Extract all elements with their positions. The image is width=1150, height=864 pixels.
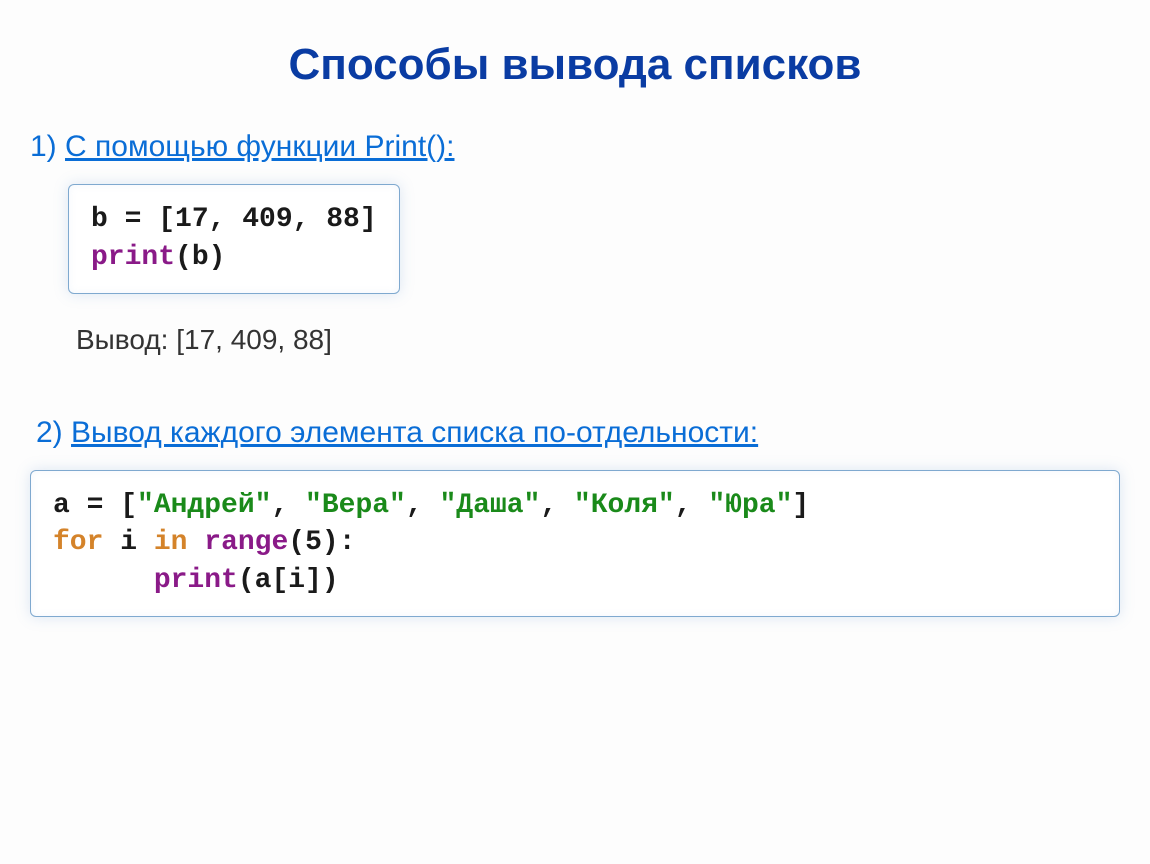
code2-assign: a = [ (53, 490, 137, 521)
code2-comma3: , (540, 490, 574, 521)
output-line-1: Вывод: [17, 409, 88] (76, 324, 1120, 356)
code2-range-keyword: range (204, 527, 288, 558)
code2-str4: "Коля" (574, 490, 675, 521)
code2-comma4: , (675, 490, 709, 521)
section-2-number: 2) (36, 416, 71, 449)
code2-indent (53, 565, 154, 596)
code1-line1: b = [17, 409, 88] (91, 204, 377, 235)
section-1-heading: 1) С помощью функции Print(): (30, 130, 1120, 164)
code1-print-keyword: print (91, 242, 175, 273)
code1-print-args: (b) (175, 242, 225, 273)
section-1-text: С помощью функции Print(): (65, 130, 454, 163)
code2-str3: "Даша" (439, 490, 540, 521)
code-block-1: b = [17, 409, 88] print(b) (68, 184, 400, 294)
code2-sp2 (187, 527, 204, 558)
code2-range-args: (5): (288, 527, 355, 558)
section-1-number: 1) (30, 130, 65, 163)
code2-comma1: , (271, 490, 305, 521)
slide-title: Способы вывода списков (30, 40, 1120, 90)
code2-for-keyword: for (53, 527, 103, 558)
output-value: [17, 409, 88] (176, 324, 332, 355)
code2-loopvar: i (103, 527, 153, 558)
code2-str1: "Андрей" (137, 490, 271, 521)
code2-in-keyword: in (154, 527, 188, 558)
code2-str2: "Вера" (305, 490, 406, 521)
code2-comma2: , (406, 490, 440, 521)
slide-content: Способы вывода списков 1) С помощью функ… (0, 0, 1150, 647)
section-2-heading: 2) Вывод каждого элемента списка по-отде… (36, 416, 1120, 450)
section-2-text: Вывод каждого элемента списка по-отдельн… (71, 416, 758, 449)
code2-str5: "Юра" (708, 490, 792, 521)
code2-close: ] (792, 490, 809, 521)
code2-print-args: (a[i]) (238, 565, 339, 596)
output-label: Вывод: (76, 324, 176, 355)
code2-print-keyword: print (154, 565, 238, 596)
code-block-2: a = ["Андрей", "Вера", "Даша", "Коля", "… (30, 470, 1120, 617)
